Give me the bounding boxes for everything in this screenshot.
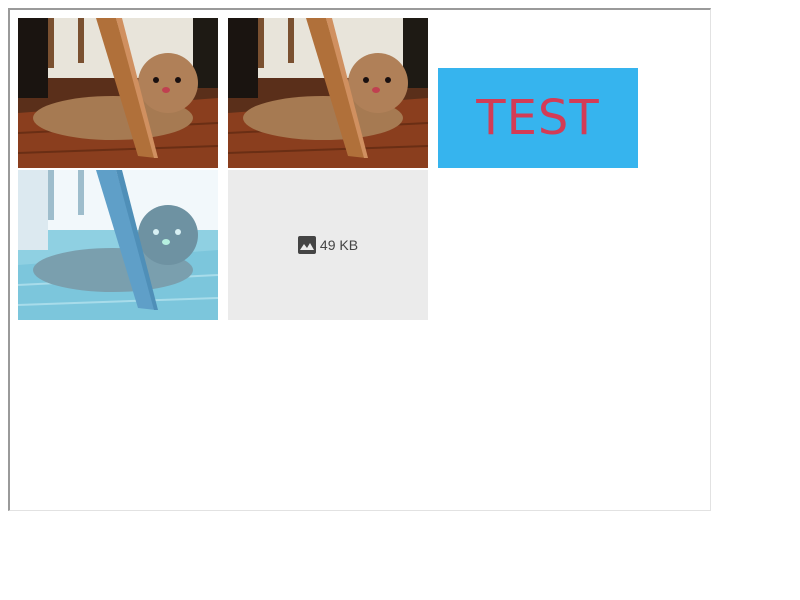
image-grid-container: TEST 49 KB xyxy=(8,8,711,511)
image-placeholder[interactable]: 49 KB xyxy=(228,170,428,320)
puppy-photo-graphic xyxy=(18,18,218,168)
placeholder-content: 49 KB xyxy=(297,236,359,254)
puppy-image-2[interactable] xyxy=(228,18,428,168)
puppy-image-inverted[interactable] xyxy=(18,170,218,320)
file-size-label: 49 KB xyxy=(319,237,359,253)
puppy-photo-inverted-graphic xyxy=(18,170,218,320)
puppy-image-1[interactable] xyxy=(18,18,218,168)
image-icon xyxy=(297,236,316,254)
test-image[interactable]: TEST xyxy=(438,68,638,168)
test-label: TEST xyxy=(476,90,600,146)
puppy-photo-graphic xyxy=(228,18,428,168)
